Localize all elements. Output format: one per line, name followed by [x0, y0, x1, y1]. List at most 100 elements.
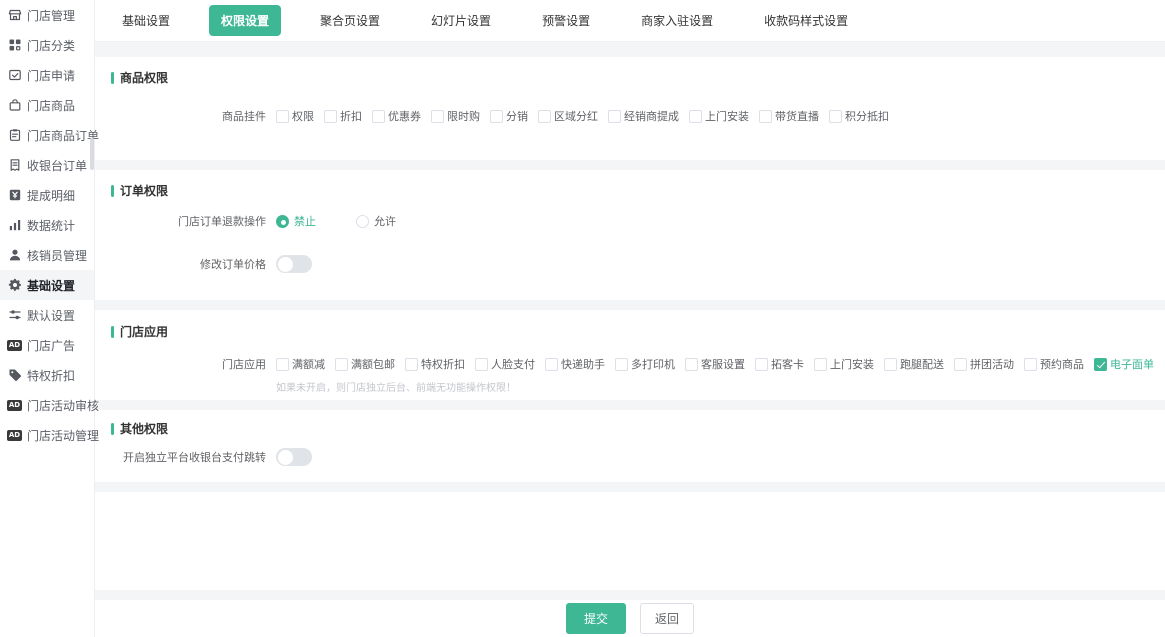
sidebar-item-label: 门店广告 [27, 337, 75, 354]
sidebar-item-10[interactable]: 基础设置 [0, 270, 94, 300]
radio-dot-icon[interactable] [276, 215, 289, 228]
sidebar-item-8[interactable]: 数据统计 [0, 210, 94, 240]
sidebar-item-6[interactable]: 收银台订单 [0, 150, 94, 180]
checkbox-box-icon[interactable] [1094, 358, 1107, 371]
radio-允许[interactable]: 允许 [356, 213, 396, 229]
checkbox-跑腿配送[interactable]: 跑腿配送 [884, 356, 944, 372]
toggle-switch[interactable] [276, 448, 312, 466]
checkbox-box-icon[interactable] [276, 358, 289, 371]
checkbox-box-icon[interactable] [372, 110, 385, 123]
checkbox-box-icon[interactable] [490, 110, 503, 123]
checkbox-特权折扣[interactable]: 特权折扣 [405, 356, 465, 372]
checkbox-优惠券[interactable]: 优惠券 [372, 108, 421, 124]
checkbox-预约商品[interactable]: 预约商品 [1024, 356, 1084, 372]
sidebar-item-2[interactable]: 门店分类 [0, 30, 94, 60]
tab-7[interactable]: 收款码样式设置 [752, 5, 860, 36]
empty-card [95, 492, 1165, 590]
checkbox-拓客卡[interactable]: 拓客卡 [755, 356, 804, 372]
tab-5[interactable]: 预警设置 [530, 5, 602, 36]
sidebar-item-13[interactable]: 特权折扣 [0, 360, 94, 390]
checkbox-box-icon[interactable] [431, 110, 444, 123]
back-button[interactable]: 返回 [640, 603, 694, 634]
sidebar-item-label: 基础设置 [27, 277, 75, 294]
toggle-switch[interactable] [276, 255, 312, 273]
checkbox-经销商提成[interactable]: 经销商提成 [608, 108, 679, 124]
tab-1[interactable]: 基础设置 [110, 5, 182, 36]
sidebar-item-label: 门店分类 [27, 37, 75, 54]
checkbox-电子面单[interactable]: 电子面单 [1094, 356, 1154, 372]
checkbox-label: 权限 [292, 108, 314, 124]
checkbox-box-icon[interactable] [615, 358, 628, 371]
sidebar-item-15[interactable]: AD门店活动管理 [0, 420, 94, 450]
commission-money-icon [7, 188, 22, 203]
checkbox-box-icon[interactable] [608, 110, 621, 123]
toggle-knob-icon [278, 257, 293, 272]
checkbox-box-icon[interactable] [276, 110, 289, 123]
sidebar-item-1[interactable]: 门店管理 [0, 0, 94, 30]
help-text: 如果未开启，则门店独立后台、前端无功能操作权限！ [111, 379, 1149, 394]
checkbox-box-icon[interactable] [884, 358, 897, 371]
sidebar-item-label: 数据统计 [27, 217, 75, 234]
checkbox-label: 折扣 [340, 108, 362, 124]
section-title: 商品权限 [111, 69, 1149, 86]
sidebar-item-14[interactable]: AD门店活动审核 [0, 390, 94, 420]
section-title-text: 商品权限 [120, 69, 168, 86]
sidebar-item-9[interactable]: 核销员管理 [0, 240, 94, 270]
checkbox-区域分红[interactable]: 区域分红 [538, 108, 598, 124]
checkbox-满额包邮[interactable]: 满额包邮 [335, 356, 395, 372]
checkbox-box-icon[interactable] [755, 358, 768, 371]
cashier-receipt-icon [7, 158, 22, 173]
default-sliders-icon [7, 308, 22, 323]
checkbox-限时购[interactable]: 限时购 [431, 108, 480, 124]
checkbox-快递助手[interactable]: 快递助手 [545, 356, 605, 372]
checkbox-满额减[interactable]: 满额减 [276, 356, 325, 372]
tab-4[interactable]: 幻灯片设置 [419, 5, 503, 36]
checkbox-拼团活动[interactable]: 拼团活动 [954, 356, 1014, 372]
sidebar-item-5[interactable]: 门店商品订单 [0, 120, 94, 150]
section-title-text: 其他权限 [120, 420, 168, 437]
checkbox-box-icon[interactable] [405, 358, 418, 371]
radio-禁止[interactable]: 禁止 [276, 213, 316, 229]
checkbox-box-icon[interactable] [759, 110, 772, 123]
radio-dot-icon[interactable] [356, 215, 369, 228]
checkbox-多打印机[interactable]: 多打印机 [615, 356, 675, 372]
checkbox-box-icon[interactable] [954, 358, 967, 371]
sidebar-item-label: 收银台订单 [27, 157, 87, 174]
checkbox-上门安装[interactable]: 上门安装 [814, 356, 874, 372]
checkbox-box-icon[interactable] [335, 358, 348, 371]
section-title: 门店应用 [111, 323, 1149, 340]
sidebar-item-3[interactable]: 门店申请 [0, 60, 94, 90]
checkbox-box-icon[interactable] [324, 110, 337, 123]
toggle-knob-icon [278, 450, 293, 465]
checkbox-分销[interactable]: 分销 [490, 108, 528, 124]
checkbox-box-icon[interactable] [538, 110, 551, 123]
checkbox-权限[interactable]: 权限 [276, 108, 314, 124]
sidebar-item-11[interactable]: 默认设置 [0, 300, 94, 330]
checkbox-上门安装[interactable]: 上门安装 [689, 108, 749, 124]
checkbox-box-icon[interactable] [829, 110, 842, 123]
apply-check-icon [7, 68, 22, 83]
checkbox-积分抵扣[interactable]: 积分抵扣 [829, 108, 889, 124]
checkbox-box-icon[interactable] [1024, 358, 1037, 371]
checkbox-人脸支付[interactable]: 人脸支付 [475, 356, 535, 372]
checkbox-label: 区域分红 [554, 108, 598, 124]
checkbox-带货直播[interactable]: 带货直播 [759, 108, 819, 124]
checkbox-折扣[interactable]: 折扣 [324, 108, 362, 124]
gear-icon [7, 278, 22, 293]
sidebar-item-12[interactable]: AD门店广告 [0, 330, 94, 360]
sidebar-item-4[interactable]: 门店商品 [0, 90, 94, 120]
sidebar-scrollbar-thumb[interactable] [90, 138, 94, 170]
checkbox-box-icon[interactable] [475, 358, 488, 371]
tab-6[interactable]: 商家入驻设置 [629, 5, 725, 36]
tab-2[interactable]: 权限设置 [209, 5, 281, 36]
checkbox-box-icon[interactable] [689, 110, 702, 123]
tab-3[interactable]: 聚合页设置 [308, 5, 392, 36]
checkbox-box-icon[interactable] [685, 358, 698, 371]
sidebar-item-label: 门店活动审核 [27, 397, 99, 414]
checkbox-box-icon[interactable] [545, 358, 558, 371]
checkbox-客服设置[interactable]: 客服设置 [685, 356, 745, 372]
sidebar-item-7[interactable]: 提成明细 [0, 180, 94, 210]
checkbox-box-icon[interactable] [814, 358, 827, 371]
submit-button[interactable]: 提交 [566, 603, 626, 634]
sidebar-item-label: 默认设置 [27, 307, 75, 324]
